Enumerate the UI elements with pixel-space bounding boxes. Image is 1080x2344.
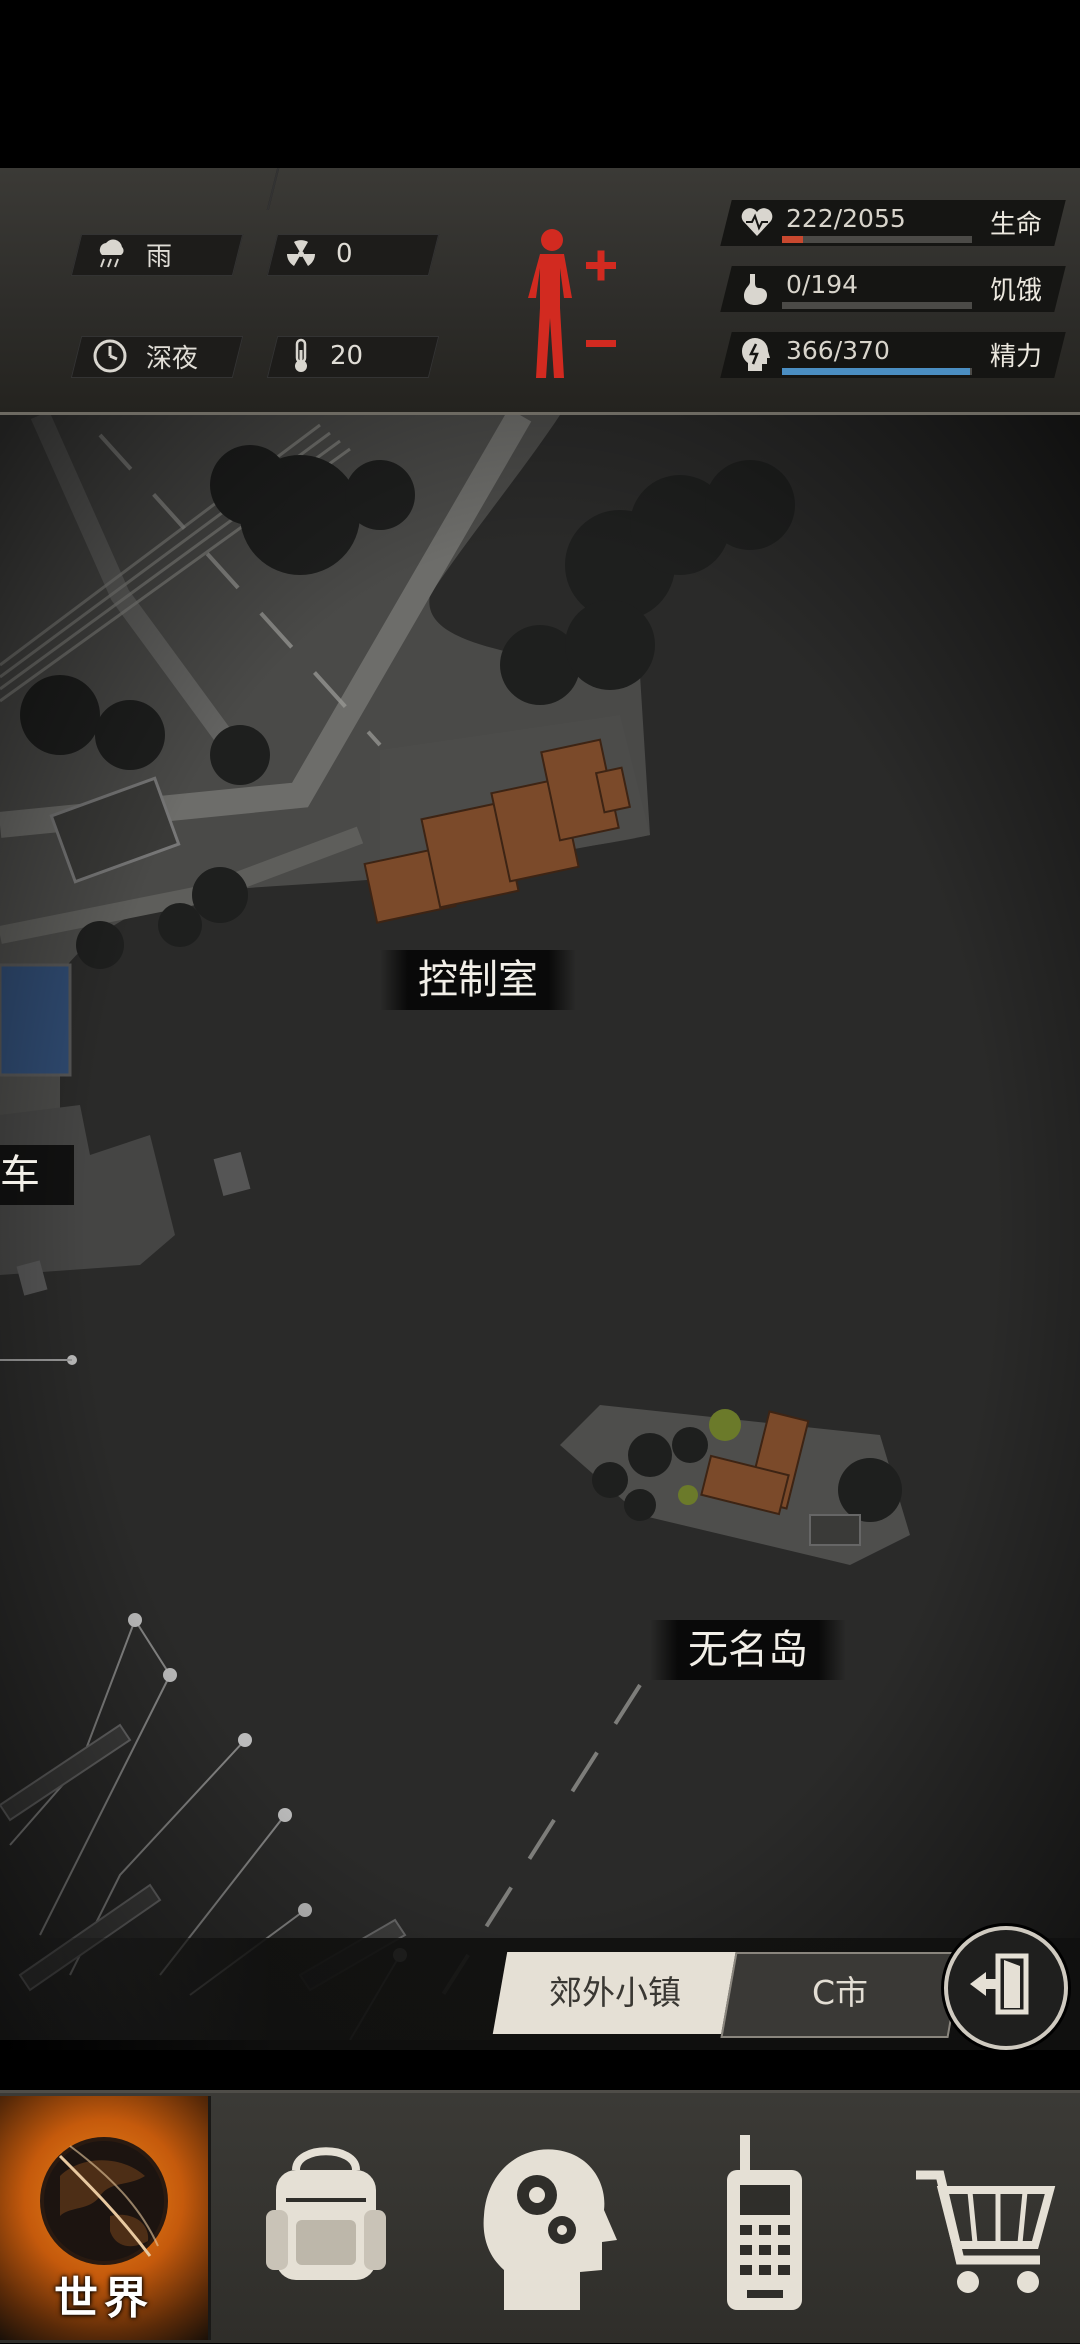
location-workshop-label: 车间 xyxy=(0,1145,74,1205)
time-label: 深夜 xyxy=(146,343,199,374)
radiation-icon xyxy=(287,240,315,266)
region-tab-1[interactable]: 郊外小镇 xyxy=(500,1952,730,2034)
nav-world-label: 世界 xyxy=(54,2273,154,2324)
temperature-status: 20 xyxy=(290,336,363,376)
exit-button[interactable] xyxy=(944,1926,1068,2050)
radiation-value: 0 xyxy=(336,239,353,269)
world-map[interactable]: 控制室 无名岛 车间 xyxy=(0,415,1080,2040)
shopping-cart-icon xyxy=(916,2170,1056,2293)
map-terrain xyxy=(0,415,1080,2040)
energy-stat: 366/370 精力 xyxy=(720,332,1066,378)
nav-skills-tab[interactable] xyxy=(442,2100,642,2340)
rain-icon xyxy=(99,239,124,268)
hunger-bar xyxy=(782,302,972,309)
clock-icon xyxy=(93,339,127,373)
energy-value: 366/370 xyxy=(786,336,890,365)
heart-icon xyxy=(741,208,773,236)
health-stat: 222/2055 生命 xyxy=(720,200,1066,246)
location-control-room-label: 控制室 xyxy=(418,957,538,1003)
body-status-icon[interactable] xyxy=(520,226,630,386)
hud-panel: 雨 0 深夜 20 222/2055 生命 0/194 饥饿 366/370 精… xyxy=(0,168,1080,415)
health-value: 222/2055 xyxy=(786,204,906,233)
nav-radio-tab[interactable] xyxy=(662,2100,862,2340)
time-status: 深夜 xyxy=(92,336,198,376)
thermometer-icon xyxy=(295,338,307,372)
nav-backpack-tab[interactable] xyxy=(226,2100,426,2340)
location-nameless-island-label: 无名岛 xyxy=(688,1627,808,1673)
location-control-room[interactable]: 控制室 xyxy=(380,950,576,1010)
hunger-value: 0/194 xyxy=(786,270,859,299)
status-bar xyxy=(0,0,1080,168)
stomach-icon xyxy=(744,274,767,305)
location-nameless-island[interactable]: 无名岛 xyxy=(650,1620,846,1680)
hunger-stat: 0/194 饥饿 xyxy=(720,266,1066,312)
energy-label: 精力 xyxy=(989,342,1042,372)
head-energy-icon xyxy=(742,338,770,371)
backpack-icon xyxy=(266,2147,386,2280)
energy-bar xyxy=(782,368,972,375)
region-tab-2[interactable]: C市 xyxy=(728,1952,952,2034)
weather-label: 雨 xyxy=(146,241,173,272)
weather-status: 雨 xyxy=(94,234,172,274)
brain-skills-icon xyxy=(483,2149,617,2310)
temperature-value: 20 xyxy=(330,341,364,371)
hunger-label: 饥饿 xyxy=(989,276,1042,306)
temperature-pill-bg xyxy=(266,168,280,210)
exit-door-icon xyxy=(970,1953,1029,2015)
nav-shop-tab[interactable] xyxy=(880,2100,1080,2340)
location-workshop[interactable]: 车间 xyxy=(0,1145,74,1205)
health-label: 生命 xyxy=(989,210,1042,240)
health-bar xyxy=(782,236,972,243)
radiation-status: 0 xyxy=(284,234,353,274)
radio-icon xyxy=(727,2135,802,2310)
